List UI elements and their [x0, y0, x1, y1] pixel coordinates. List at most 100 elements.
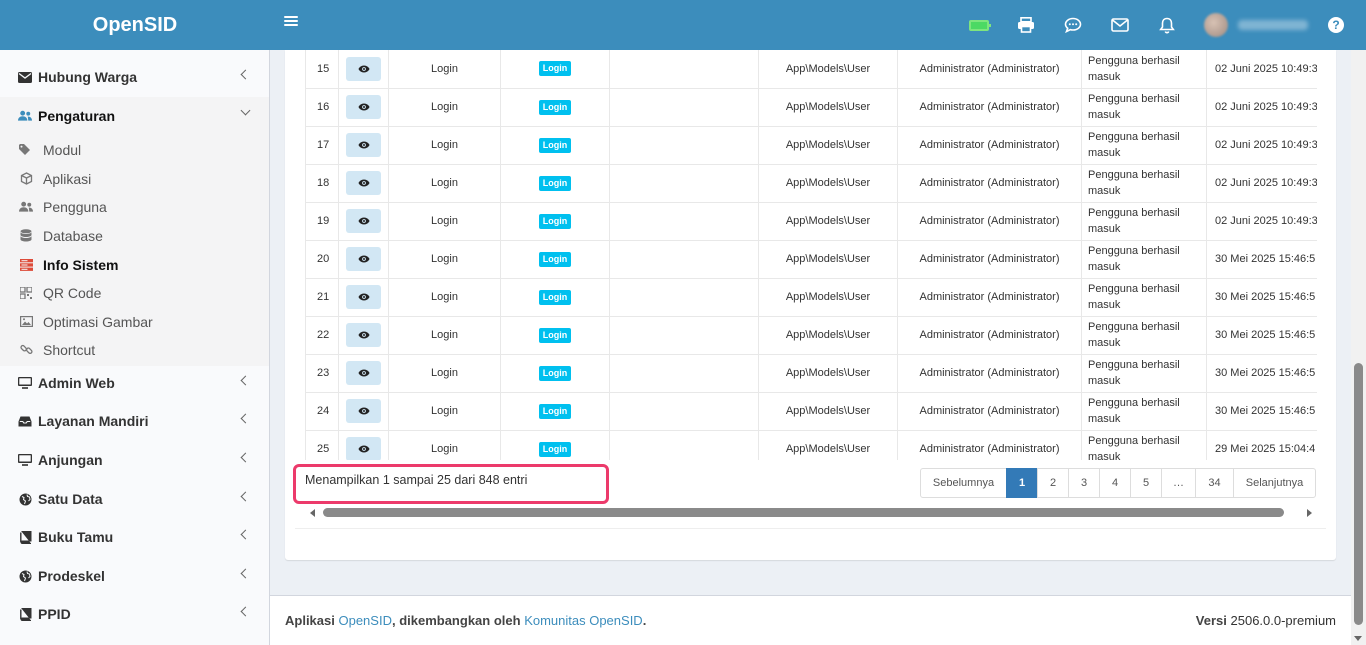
row-number: 17: [305, 126, 339, 165]
row-label: Login: [500, 354, 610, 393]
row-action: [338, 278, 389, 317]
row-event: Login: [388, 240, 501, 279]
sidebar-item-layanan-mandiri[interactable]: Layanan Mandiri: [0, 402, 269, 440]
row-action: [338, 88, 389, 127]
row-event: Login: [388, 354, 501, 393]
sidebar-item-prodeskel[interactable]: Prodeskel: [0, 557, 269, 595]
table-row: 22 Login Login App\Models\User Administrator…: [305, 316, 1317, 355]
login-badge: Login: [538, 289, 572, 305]
row-user: Administrator (Administrator): [897, 392, 1082, 431]
inbox-icon: [18, 414, 32, 428]
vertical-scrollbar[interactable]: [1351, 50, 1366, 645]
row-number: 19: [305, 202, 339, 241]
sidebar-item-buku-tamu[interactable]: Buku Tamu: [0, 518, 269, 556]
table-row: 16 Login Login App\Models\User Administrator…: [305, 88, 1317, 127]
view-detail-button[interactable]: [346, 209, 381, 233]
view-detail-button[interactable]: [346, 437, 381, 460]
sidebar: Hubung Warga Pengaturan Modul Aplikasi P…: [0, 50, 270, 645]
globe-icon: [18, 492, 32, 506]
user-menu[interactable]: [1190, 0, 1318, 50]
view-detail-button[interactable]: [346, 171, 381, 195]
view-detail-button[interactable]: [346, 399, 381, 423]
sidebar-subitem-pengguna[interactable]: Pengguna: [0, 192, 269, 221]
sidebar-subitem-qr-code[interactable]: QR Code: [0, 278, 269, 307]
row-label: Login: [500, 278, 610, 317]
scroll-left-icon[interactable]: [310, 509, 315, 517]
row-model: App\Models\User: [758, 316, 898, 355]
eye-icon: [358, 141, 369, 149]
sidebar-subitem-modul[interactable]: Modul: [0, 135, 269, 164]
pagination-prev-button[interactable]: Sebelumnya: [920, 468, 1007, 498]
pagination-page-2[interactable]: 2: [1037, 468, 1069, 498]
eye-icon: [358, 179, 369, 187]
row-empty: [609, 50, 759, 89]
envelope-icon[interactable]: [1096, 0, 1143, 50]
row-empty: [609, 278, 759, 317]
horizontal-scroll-thumb[interactable]: [323, 508, 1284, 517]
qrcode-icon: [19, 286, 33, 300]
sidebar-item-ppid[interactable]: PPID: [0, 595, 269, 633]
komunitas-opensid-link[interactable]: Komunitas OpenSID: [524, 613, 643, 628]
pagination-page-34[interactable]: 34: [1195, 468, 1234, 498]
pagination-page-3[interactable]: 3: [1068, 468, 1100, 498]
printer-icon[interactable]: [1002, 0, 1049, 50]
view-detail-button[interactable]: [346, 323, 381, 347]
row-description: Pengguna berhasil masuk: [1081, 354, 1207, 393]
row-model: App\Models\User: [758, 202, 898, 241]
horizontal-scrollbar[interactable]: [305, 506, 1317, 520]
pagination-page-5[interactable]: 5: [1130, 468, 1162, 498]
pagination-page-1[interactable]: 1: [1006, 468, 1038, 498]
users-icon: [19, 200, 33, 214]
sidebar-item-anjungan[interactable]: Anjungan: [0, 441, 269, 479]
scroll-right-icon[interactable]: [1307, 509, 1312, 517]
sidebar-item-admin-web[interactable]: Admin Web: [0, 364, 269, 402]
eye-icon: [358, 445, 369, 453]
sidebar-subitem-aplikasi[interactable]: Aplikasi: [0, 164, 269, 193]
row-date: 30 Mei 2025 15:46:5: [1206, 392, 1317, 431]
login-badge: Login: [538, 175, 572, 191]
username-blurred: [1238, 20, 1308, 30]
view-detail-button[interactable]: [346, 56, 381, 81]
sidebar-toggle-icon[interactable]: [284, 14, 298, 28]
bell-icon[interactable]: [1143, 0, 1190, 50]
view-detail-button[interactable]: [346, 361, 381, 385]
sidebar-item-hubung-warga[interactable]: Hubung Warga: [0, 58, 269, 96]
table-row: 21 Login Login App\Models\User Administrator…: [305, 278, 1317, 317]
pagination-next-button[interactable]: Selanjutnya: [1233, 468, 1316, 498]
brand-logo[interactable]: OpenSID: [0, 0, 270, 50]
vertical-scroll-thumb[interactable]: [1354, 363, 1363, 625]
row-model: App\Models\User: [758, 354, 898, 393]
tags-icon: [19, 143, 33, 157]
view-detail-button[interactable]: [346, 285, 381, 309]
battery-icon[interactable]: [955, 0, 1002, 50]
sidebar-subitem-info-sistem[interactable]: Info Sistem: [0, 250, 269, 279]
opensid-link[interactable]: OpenSID: [338, 613, 391, 628]
row-empty: [609, 126, 759, 165]
row-event: Login: [388, 164, 501, 203]
sidebar-subitem-database[interactable]: Database: [0, 221, 269, 250]
view-detail-button[interactable]: [346, 133, 381, 157]
footer-version: Versi 2506.0.0-premium: [1195, 613, 1336, 628]
sidebar-subitem-shortcut[interactable]: Shortcut: [0, 335, 269, 364]
row-label: Login: [500, 50, 610, 89]
row-empty: [609, 392, 759, 431]
row-number: 21: [305, 278, 339, 317]
pagination-page-4[interactable]: 4: [1099, 468, 1131, 498]
help-icon[interactable]: ?: [1328, 17, 1344, 33]
row-user: Administrator (Administrator): [897, 430, 1082, 460]
row-empty: [609, 202, 759, 241]
scroll-down-icon[interactable]: [1354, 636, 1362, 641]
view-detail-button[interactable]: [346, 247, 381, 271]
chat-icon[interactable]: [1049, 0, 1096, 50]
row-date: 30 Mei 2025 15:46:5: [1206, 316, 1317, 355]
row-empty: [609, 316, 759, 355]
sidebar-item-satu-data[interactable]: Satu Data: [0, 480, 269, 518]
sidebar-item-pengaturan[interactable]: Pengaturan: [0, 97, 269, 135]
view-detail-button[interactable]: [346, 95, 381, 119]
row-model: App\Models\User: [758, 126, 898, 165]
pagination: Sebelumnya 1 2 3 4 5 … 34 Selanjutnya: [920, 468, 1316, 498]
table-row: 19 Login Login App\Models\User Administrator…: [305, 202, 1317, 241]
row-user: Administrator (Administrator): [897, 202, 1082, 241]
sidebar-subitem-optimasi-gambar[interactable]: Optimasi Gambar: [0, 307, 269, 336]
row-number: 23: [305, 354, 339, 393]
